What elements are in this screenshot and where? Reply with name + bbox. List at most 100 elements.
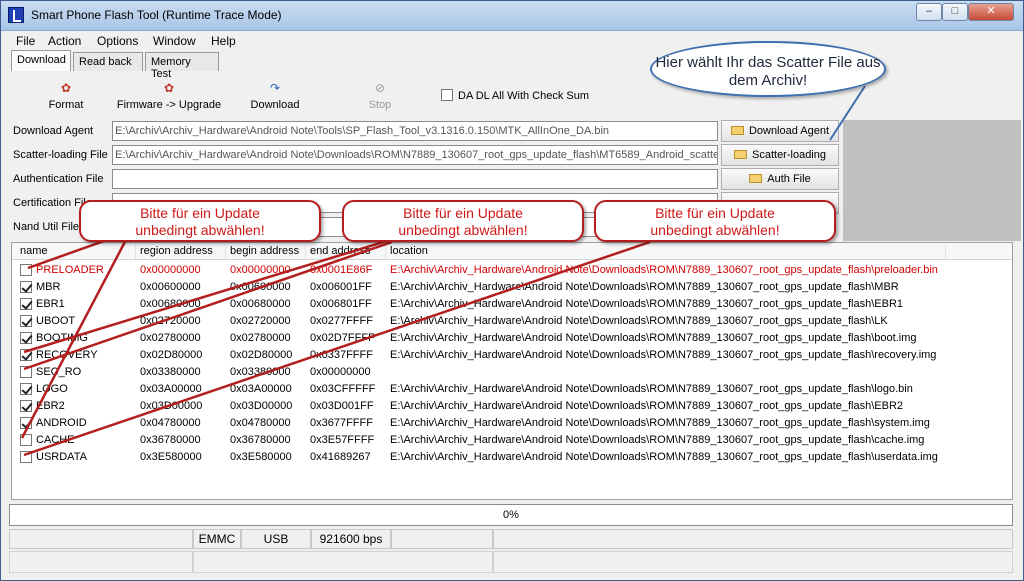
side-panel bbox=[843, 120, 1021, 241]
row-checkbox[interactable] bbox=[20, 451, 32, 463]
table-row[interactable]: MBR 0x00600000 0x00600000 0x006001FF E:\Arch… bbox=[12, 279, 1012, 296]
row-name: SEC_RO bbox=[36, 366, 82, 378]
close-button[interactable]: ✕ bbox=[968, 3, 1014, 21]
menu-options[interactable]: Options bbox=[97, 34, 138, 48]
minimize-button[interactable]: – bbox=[916, 3, 942, 21]
row-checkbox[interactable] bbox=[20, 366, 32, 378]
callout-line: unbedingt abwählen! bbox=[398, 222, 528, 238]
table-row[interactable]: LOGO 0x03A00000 0x03A00000 0x03CFFFFF E:\Arc… bbox=[12, 381, 1012, 398]
firmware-upgrade-label: Firmware -> Upgrade bbox=[116, 99, 222, 111]
menu-file[interactable]: File bbox=[16, 34, 35, 48]
table-row[interactable]: UBOOT 0x02720000 0x02720000 0x0277FFFF E:\Ar… bbox=[12, 313, 1012, 330]
menu-help[interactable]: Help bbox=[211, 34, 236, 48]
row-checkbox[interactable] bbox=[20, 434, 32, 446]
row-location: E:\Archiv\Archiv_Hardware\Android Note\D… bbox=[390, 400, 904, 412]
stop-button[interactable]: ⊘ Stop bbox=[359, 81, 401, 111]
row-name: EBR1 bbox=[36, 298, 65, 310]
row-name: EBR2 bbox=[36, 400, 65, 412]
row-checkbox[interactable] bbox=[20, 332, 32, 344]
da-checksum-checkbox[interactable]: DA DL All With Check Sum bbox=[441, 89, 589, 102]
auth-field[interactable] bbox=[112, 169, 718, 189]
maximize-button[interactable]: □ bbox=[942, 3, 968, 21]
scatter-field[interactable]: E:\Archiv\Archiv_Hardware\Android Note\D… bbox=[112, 145, 718, 165]
row-location: E:\Archiv\Archiv_Hardware\Android Note\D… bbox=[390, 264, 938, 276]
col-name[interactable]: name bbox=[16, 245, 136, 259]
row-end: 0x03D001FF bbox=[310, 400, 374, 412]
download-agent-field[interactable]: E:\Archiv\Archiv_Hardware\Android Note\T… bbox=[112, 121, 718, 141]
row-checkbox[interactable] bbox=[20, 417, 32, 429]
row-name: CACHE bbox=[36, 434, 75, 446]
tab-download[interactable]: Download bbox=[11, 50, 71, 71]
row-checkbox[interactable] bbox=[20, 281, 32, 293]
col-location[interactable]: location bbox=[386, 245, 946, 259]
menu-window[interactable]: Window bbox=[153, 34, 196, 48]
stop-label: Stop bbox=[368, 99, 392, 111]
callout-line: Bitte für ein Update bbox=[655, 205, 775, 221]
row-location: E:\Archiv\Archiv_Hardware\Android Note\D… bbox=[390, 315, 888, 327]
row-checkbox[interactable] bbox=[20, 349, 32, 361]
row-region: 0x36780000 bbox=[140, 434, 201, 446]
row-region: 0x02780000 bbox=[140, 332, 201, 344]
row-begin: 0x00680000 bbox=[230, 298, 291, 310]
table-row[interactable]: EBR1 0x00680000 0x00680000 0x006801FF E:\Arc… bbox=[12, 296, 1012, 313]
col-end-address[interactable]: end address bbox=[306, 245, 386, 259]
menu-action[interactable]: Action bbox=[48, 34, 81, 48]
da-checksum-box[interactable] bbox=[441, 89, 453, 101]
row-begin: 0x00600000 bbox=[230, 281, 291, 293]
table-row[interactable]: EBR2 0x03D00000 0x03D00000 0x03D001FF E:\Arc… bbox=[12, 398, 1012, 415]
format-icon: ✿ bbox=[60, 81, 72, 95]
row-end: 0x006801FF bbox=[310, 298, 372, 310]
row-region: 0x04780000 bbox=[140, 417, 201, 429]
row-name: MBR bbox=[36, 281, 61, 293]
row-begin: 0x04780000 bbox=[230, 417, 291, 429]
row-checkbox[interactable] bbox=[20, 298, 32, 310]
row-location: E:\Archiv\Archiv_Hardware\Android Note\D… bbox=[390, 434, 925, 446]
scatter-label: Scatter-loading File bbox=[13, 149, 108, 161]
bottom-cell bbox=[9, 551, 193, 573]
row-end: 0x00000000 bbox=[310, 366, 371, 378]
table-row[interactable]: RECOVERY 0x02D80000 0x02D80000 0x0337FFFF E:… bbox=[12, 347, 1012, 364]
row-end: 0x0001E86F bbox=[310, 264, 373, 276]
tab-read-back[interactable]: Read back bbox=[73, 52, 143, 71]
auth-file-button[interactable]: Auth File bbox=[721, 168, 839, 190]
partition-table[interactable]: name region address begin address end ad… bbox=[11, 242, 1013, 500]
row-checkbox[interactable] bbox=[20, 315, 32, 327]
table-row[interactable]: USRDATA 0x3E580000 0x3E580000 0x41689267 E:\… bbox=[12, 449, 1012, 466]
table-header: name region address begin address end ad… bbox=[12, 243, 1012, 260]
col-begin-address[interactable]: begin address bbox=[226, 245, 306, 259]
row-end: 0x0277FFFF bbox=[310, 315, 373, 327]
callout-line: unbedingt abwählen! bbox=[135, 222, 265, 238]
row-checkbox[interactable] bbox=[20, 400, 32, 412]
row-name: ANDROID bbox=[36, 417, 87, 429]
format-button[interactable]: ✿ Format bbox=[41, 81, 91, 111]
row-region: 0x03380000 bbox=[140, 366, 201, 378]
table-row[interactable]: ANDROID 0x04780000 0x04780000 0x3677FFFF E:\… bbox=[12, 415, 1012, 432]
row-checkbox[interactable] bbox=[20, 383, 32, 395]
tab-memory-test[interactable]: Memory Test bbox=[145, 52, 219, 80]
scatter-loading-button[interactable]: Scatter-loading bbox=[721, 144, 839, 166]
title-bar: Smart Phone Flash Tool (Runtime Trace Mo… bbox=[1, 1, 1023, 31]
row-name: LOGO bbox=[36, 383, 68, 395]
row-end: 0x02D7FFFF bbox=[310, 332, 375, 344]
table-row[interactable]: PRELOADER 0x00000000 0x00000000 0x0001E86F E… bbox=[12, 262, 1012, 279]
table-row[interactable]: SEC_RO 0x03380000 0x03380000 0x00000000 bbox=[12, 364, 1012, 381]
auth-label: Authentication File bbox=[13, 173, 104, 185]
download-label: Download bbox=[250, 99, 300, 111]
table-row[interactable]: CACHE 0x36780000 0x36780000 0x3E57FFFF E:\Ar… bbox=[12, 432, 1012, 449]
folder-icon bbox=[749, 174, 763, 183]
app-flash-icon bbox=[8, 7, 24, 23]
col-region-address[interactable]: region address bbox=[136, 245, 226, 259]
status-port: USB bbox=[241, 529, 311, 549]
row-region: 0x03D00000 bbox=[140, 400, 203, 412]
row-name: RECOVERY bbox=[36, 349, 98, 361]
bottom-cell bbox=[193, 551, 493, 573]
firmware-upgrade-button[interactable]: ✿ Firmware -> Upgrade bbox=[113, 81, 225, 111]
row-checkbox[interactable] bbox=[20, 264, 32, 276]
table-row[interactable]: BOOTIMG 0x02780000 0x02780000 0x02D7FFFF E:\… bbox=[12, 330, 1012, 347]
download-agent-button[interactable]: Download Agent bbox=[721, 120, 839, 142]
download-arrow-icon: ↷ bbox=[269, 81, 281, 95]
da-checksum-label: DA DL All With Check Sum bbox=[458, 90, 590, 102]
row-begin: 0x36780000 bbox=[230, 434, 291, 446]
stop-icon: ⊘ bbox=[374, 81, 386, 95]
download-button[interactable]: ↷ Download bbox=[245, 81, 305, 111]
